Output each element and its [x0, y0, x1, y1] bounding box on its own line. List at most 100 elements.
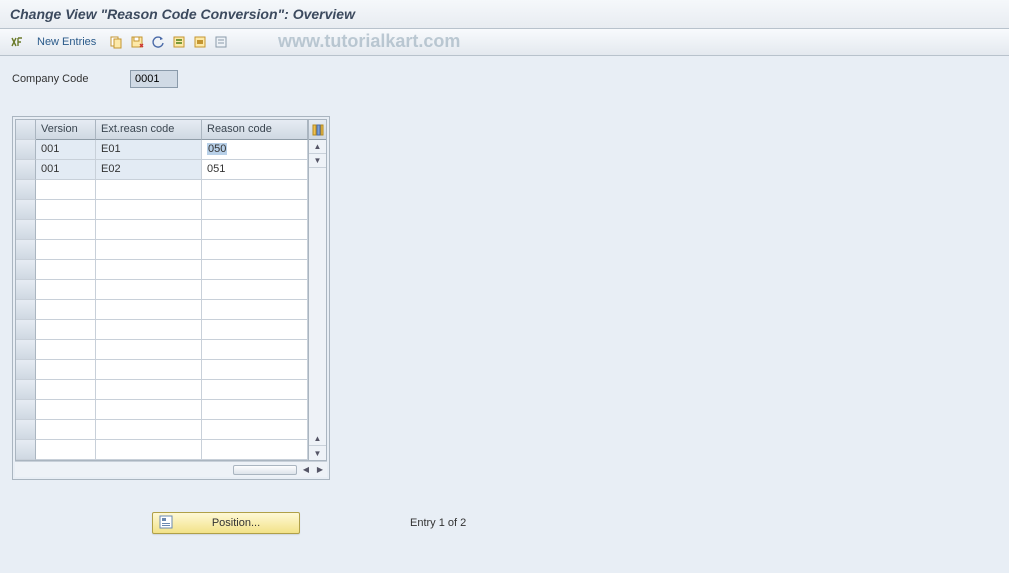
scroll-up-bottom-icon[interactable]: ▲ — [309, 432, 326, 446]
select-block-icon[interactable] — [191, 33, 209, 51]
table-row[interactable] — [16, 360, 308, 380]
table-row[interactable] — [16, 200, 308, 220]
cell-empty[interactable] — [96, 440, 202, 460]
cell-empty[interactable] — [36, 260, 96, 280]
table-row[interactable] — [16, 240, 308, 260]
cell-empty[interactable] — [36, 400, 96, 420]
position-button[interactable]: Position... — [152, 512, 300, 534]
scroll-down-bottom-icon[interactable]: ▼ — [309, 446, 326, 460]
scroll-track[interactable] — [309, 168, 326, 432]
cell-empty[interactable] — [96, 200, 202, 220]
cell-empty[interactable] — [202, 340, 308, 360]
cell-empty[interactable] — [202, 240, 308, 260]
configure-columns-icon[interactable] — [309, 120, 326, 140]
cell-empty[interactable] — [96, 280, 202, 300]
row-selector[interactable] — [16, 200, 36, 220]
scroll-right-icon[interactable]: ▶ — [313, 463, 327, 477]
row-selector[interactable] — [16, 320, 36, 340]
cell-empty[interactable] — [36, 200, 96, 220]
cell-empty[interactable] — [202, 280, 308, 300]
table-row[interactable] — [16, 220, 308, 240]
row-selector[interactable] — [16, 300, 36, 320]
row-selector[interactable] — [16, 340, 36, 360]
table-row[interactable] — [16, 300, 308, 320]
cell-ext-reason[interactable]: E01 — [96, 140, 202, 160]
cell-empty[interactable] — [96, 380, 202, 400]
cell-empty[interactable] — [96, 180, 202, 200]
cell-reason[interactable]: 051 — [202, 160, 308, 180]
cell-empty[interactable] — [96, 300, 202, 320]
cell-empty[interactable] — [96, 420, 202, 440]
table-row[interactable] — [16, 320, 308, 340]
cell-empty[interactable] — [202, 260, 308, 280]
cell-empty[interactable] — [202, 320, 308, 340]
row-selector[interactable] — [16, 400, 36, 420]
cell-empty[interactable] — [202, 200, 308, 220]
scroll-up-icon[interactable]: ▲ — [309, 140, 326, 154]
cell-empty[interactable] — [96, 320, 202, 340]
cell-empty[interactable] — [202, 220, 308, 240]
company-code-input[interactable] — [130, 70, 178, 88]
table-row[interactable] — [16, 420, 308, 440]
cell-empty[interactable] — [202, 300, 308, 320]
cell-empty[interactable] — [36, 180, 96, 200]
cell-empty[interactable] — [202, 360, 308, 380]
cell-ext-reason[interactable]: E02 — [96, 160, 202, 180]
scroll-left-icon[interactable]: ◀ — [299, 463, 313, 477]
table-row[interactable] — [16, 180, 308, 200]
cell-empty[interactable] — [96, 240, 202, 260]
col-header-ext-reason[interactable]: Ext.reasn code — [96, 120, 202, 140]
row-selector[interactable] — [16, 260, 36, 280]
cell-empty[interactable] — [202, 380, 308, 400]
table-row[interactable] — [16, 280, 308, 300]
table-row[interactable]: 001E01050 — [16, 140, 308, 160]
scroll-down-icon[interactable]: ▼ — [309, 154, 326, 168]
row-selector[interactable] — [16, 240, 36, 260]
cell-empty[interactable] — [36, 300, 96, 320]
row-selector[interactable] — [16, 160, 36, 180]
cell-version[interactable]: 001 — [36, 160, 96, 180]
hscroll-thumb[interactable] — [233, 465, 297, 475]
table-row[interactable] — [16, 380, 308, 400]
cell-empty[interactable] — [202, 400, 308, 420]
undo-icon[interactable] — [149, 33, 167, 51]
cell-empty[interactable] — [96, 260, 202, 280]
col-header-version[interactable]: Version — [36, 120, 96, 140]
col-header-reason[interactable]: Reason code — [202, 120, 308, 140]
cell-empty[interactable] — [202, 440, 308, 460]
copy-icon[interactable] — [107, 33, 125, 51]
cell-empty[interactable] — [36, 420, 96, 440]
cell-empty[interactable] — [96, 220, 202, 240]
table-row[interactable] — [16, 340, 308, 360]
cell-empty[interactable] — [96, 360, 202, 380]
row-selector[interactable] — [16, 280, 36, 300]
cell-empty[interactable] — [36, 380, 96, 400]
table-row[interactable]: 001E02051 — [16, 160, 308, 180]
new-entries-button[interactable]: New Entries — [29, 36, 104, 48]
save-variant-icon[interactable] — [128, 33, 146, 51]
cell-empty[interactable] — [36, 280, 96, 300]
cell-empty[interactable] — [36, 440, 96, 460]
cell-empty[interactable] — [202, 180, 308, 200]
cell-empty[interactable] — [96, 400, 202, 420]
cell-empty[interactable] — [36, 320, 96, 340]
toggle-icon[interactable] — [8, 33, 26, 51]
row-selector[interactable] — [16, 140, 36, 160]
row-selector[interactable] — [16, 220, 36, 240]
cell-empty[interactable] — [36, 240, 96, 260]
cell-empty[interactable] — [36, 360, 96, 380]
select-all-icon[interactable] — [170, 33, 188, 51]
row-selector[interactable] — [16, 420, 36, 440]
row-selector[interactable] — [16, 180, 36, 200]
cell-version[interactable]: 001 — [36, 140, 96, 160]
table-row[interactable] — [16, 440, 308, 460]
vertical-scrollbar[interactable]: ▲ ▼ ▲ ▼ — [309, 119, 327, 461]
cell-empty[interactable] — [36, 220, 96, 240]
cell-empty[interactable] — [36, 340, 96, 360]
deselect-all-icon[interactable] — [212, 33, 230, 51]
table-row[interactable] — [16, 400, 308, 420]
row-selector[interactable] — [16, 360, 36, 380]
table-row[interactable] — [16, 260, 308, 280]
select-all-header[interactable] — [16, 120, 36, 140]
cell-empty[interactable] — [96, 340, 202, 360]
